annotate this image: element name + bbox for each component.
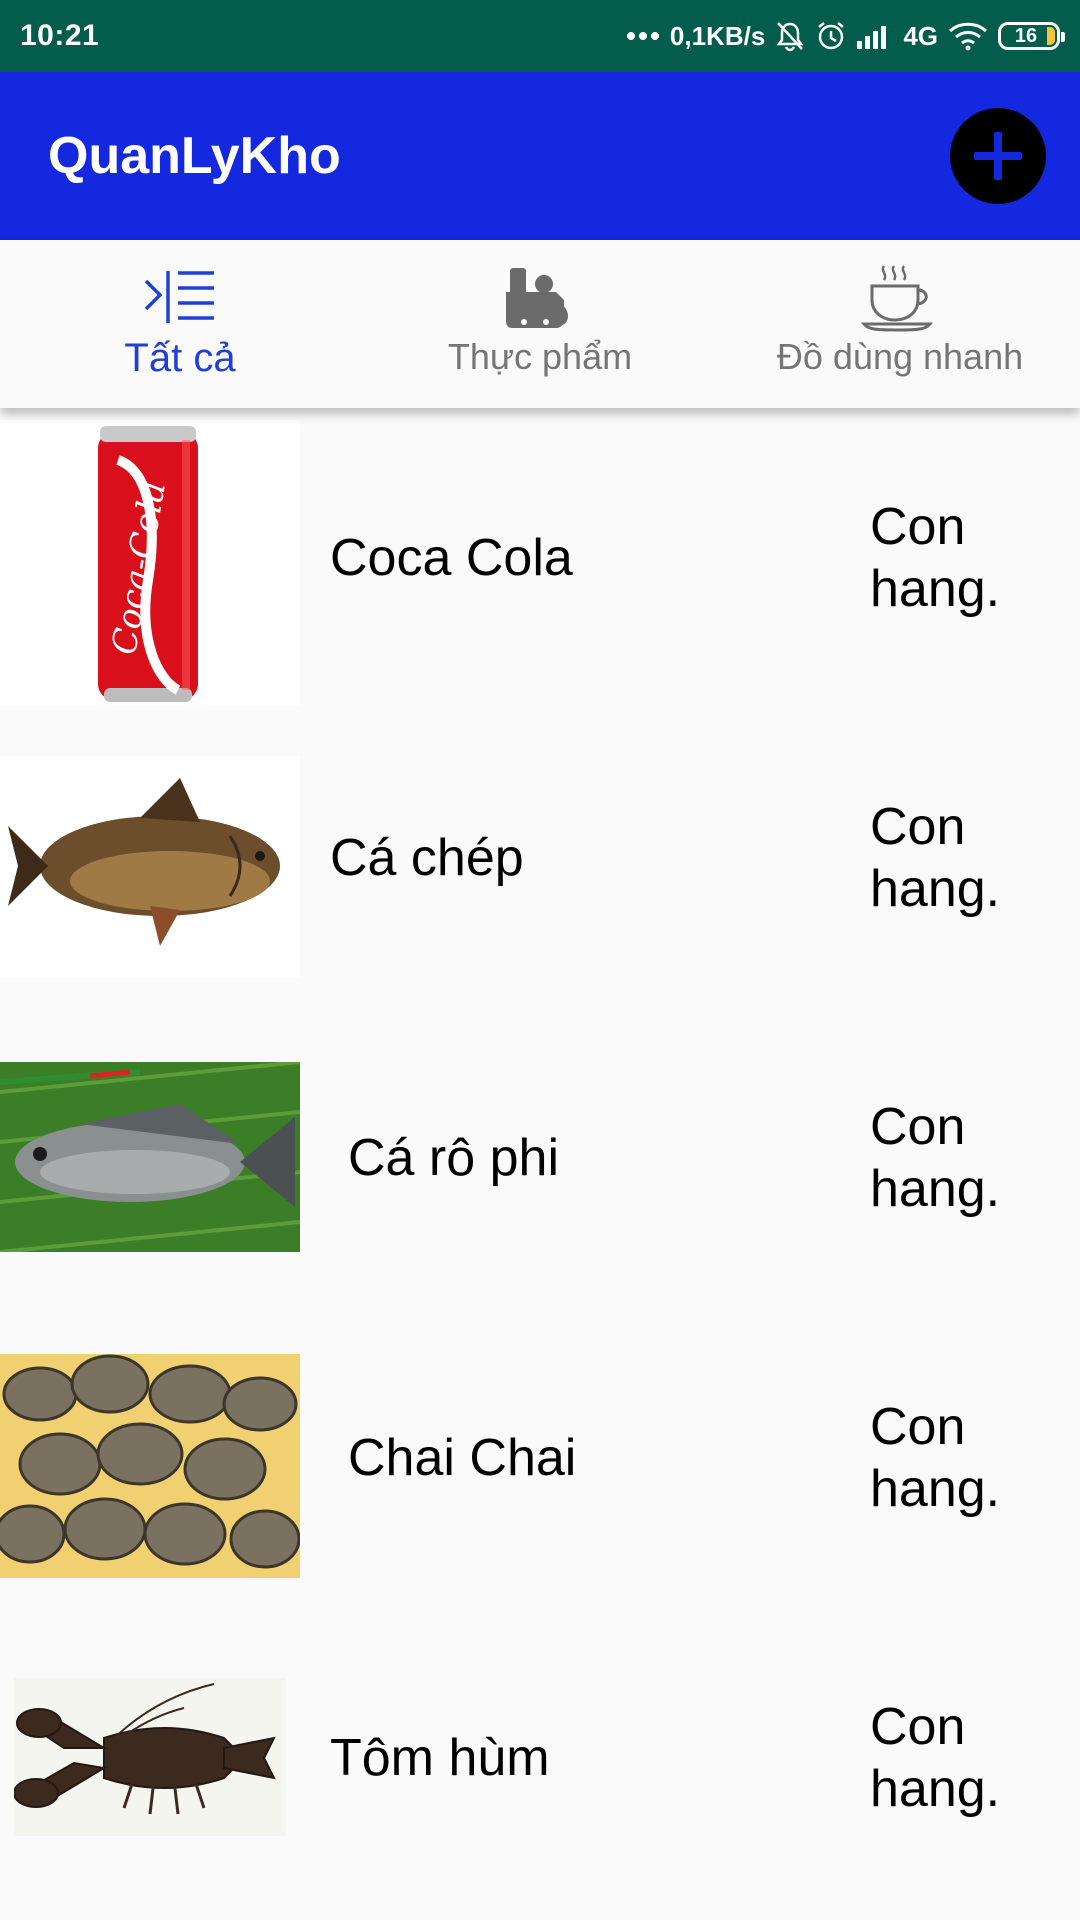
list-item[interactable]: Chai Chai Con hang. bbox=[0, 1308, 1080, 1608]
list-indent-icon bbox=[142, 262, 218, 332]
plus-icon bbox=[974, 132, 1022, 180]
app-bar: QuanLyKho bbox=[0, 72, 1080, 240]
list-item[interactable]: Tôm hùm Con hang. bbox=[0, 1608, 1080, 1908]
network-speed: 0,1KB/s bbox=[669, 20, 766, 51]
tab-label: Tất cả bbox=[124, 336, 236, 380]
tab-tat-ca[interactable]: Tất cả bbox=[0, 240, 360, 408]
product-name: Chai Chai bbox=[348, 1429, 577, 1487]
list-item[interactable]: Cá rô phi Con hang. bbox=[0, 1008, 1080, 1308]
product-name: Cá rô phi bbox=[348, 1129, 559, 1187]
status-icons: 0,1KB/s 4G 16 bbox=[626, 20, 1065, 52]
carp-fish-image bbox=[0, 756, 300, 978]
tab-label: Đồ dùng nhanh bbox=[776, 336, 1024, 377]
tab-label: Thực phẩm bbox=[447, 336, 633, 377]
product-status: Con hang. bbox=[870, 1398, 1001, 1518]
add-button[interactable] bbox=[950, 108, 1046, 204]
product-status: Con hang. bbox=[870, 798, 1001, 918]
tilapia-fish-image bbox=[0, 1062, 300, 1252]
app-title: QuanLyKho bbox=[48, 127, 341, 185]
alarm-icon bbox=[815, 20, 847, 52]
status-bar: 10:21 0,1KB/s 4G 16 bbox=[0, 0, 1080, 72]
product-name: Cá chép bbox=[330, 829, 524, 887]
tab-thuc-pham[interactable]: Thực phẩm bbox=[360, 240, 720, 408]
coca-cola-image: Coca-Cola bbox=[0, 420, 300, 706]
product-status: Con hang. bbox=[870, 1098, 1001, 1218]
signal-icon bbox=[857, 23, 893, 49]
battery-level: 16 bbox=[1014, 24, 1038, 47]
battery-icon: 16 bbox=[998, 22, 1065, 50]
product-name: Coca Cola bbox=[330, 529, 573, 587]
list-item[interactable]: Coca-Cola Coca Cola Con hang. bbox=[0, 408, 1080, 708]
list-item[interactable]: Cá chép Con hang. bbox=[0, 708, 1080, 1008]
category-tabs: Tất cả Thực phẩm Đồ dùng nhanh bbox=[0, 240, 1080, 408]
product-name: Tôm hùm bbox=[330, 1729, 550, 1787]
status-time: 10:21 bbox=[20, 19, 100, 52]
product-status: Con hang. bbox=[870, 498, 1001, 618]
network-type: 4G bbox=[903, 20, 938, 51]
lobster-image bbox=[14, 1678, 286, 1836]
food-machine-icon bbox=[502, 262, 578, 332]
wifi-icon bbox=[948, 21, 988, 51]
tab-do-dung-nhanh[interactable]: Đồ dùng nhanh bbox=[720, 240, 1080, 408]
product-status: Con hang. bbox=[870, 1698, 1001, 1818]
more-dots-icon bbox=[626, 31, 660, 41]
mute-bell-icon bbox=[775, 20, 805, 52]
coffee-cup-icon bbox=[860, 262, 940, 332]
clams-image bbox=[0, 1354, 300, 1578]
